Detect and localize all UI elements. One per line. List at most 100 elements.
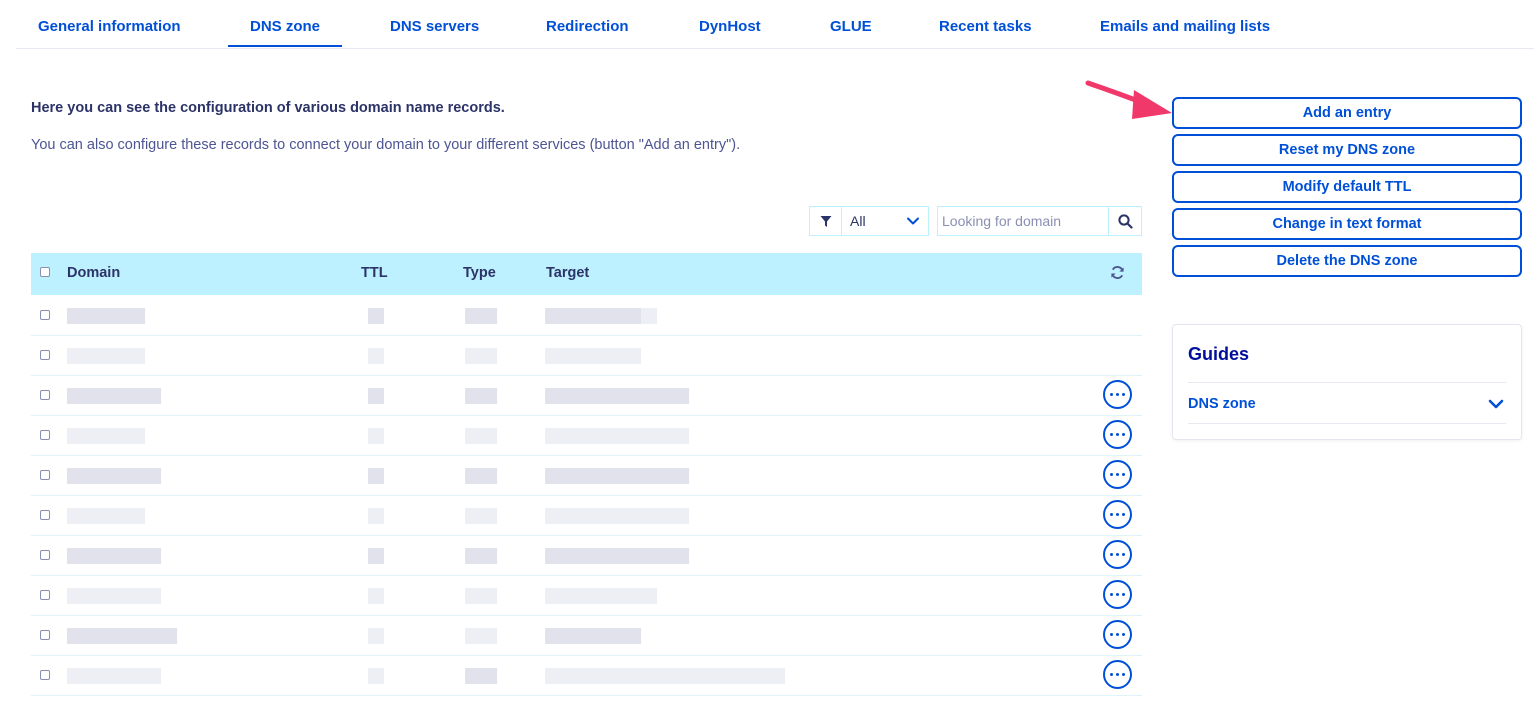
- row-ttl-cell: [368, 308, 384, 324]
- row-checkbox[interactable]: [40, 590, 50, 600]
- row-divider: [31, 695, 1142, 696]
- more-options-button[interactable]: [1103, 420, 1132, 449]
- tab-redirection[interactable]: Redirection: [546, 0, 629, 47]
- row-target-cell: [545, 348, 641, 364]
- row-target-cell: [545, 468, 689, 484]
- table-row: [31, 496, 1142, 536]
- row-type-cell: [465, 588, 497, 604]
- search-input[interactable]: [938, 207, 1108, 235]
- row-ttl-cell: [368, 468, 384, 484]
- row-checkbox[interactable]: [40, 670, 50, 680]
- row-target-cell: [545, 548, 689, 564]
- more-options-button[interactable]: [1103, 620, 1132, 649]
- guides-item-label: DNS zone: [1188, 396, 1256, 412]
- guides-item-dns-zone[interactable]: DNS zone: [1188, 383, 1506, 423]
- more-options-button[interactable]: [1103, 580, 1132, 609]
- row-domain-cell: [67, 428, 145, 444]
- chevron-down-icon: [906, 214, 920, 233]
- divider: [1188, 423, 1506, 424]
- column-header-type[interactable]: Type: [463, 265, 496, 281]
- row-checkbox[interactable]: [40, 550, 50, 560]
- row-type-cell: [465, 548, 497, 564]
- add-entry-button[interactable]: Add an entry: [1172, 97, 1522, 129]
- tab-general-information[interactable]: General information: [38, 0, 181, 47]
- table-header: Domain TTL Type Target: [31, 253, 1142, 295]
- table-row: [31, 656, 1142, 696]
- row-type-cell: [465, 508, 497, 524]
- table-row: [31, 456, 1142, 496]
- tab-dynhost[interactable]: DynHost: [699, 0, 761, 47]
- row-type-cell: [465, 348, 497, 364]
- row-target-cell: [545, 668, 785, 684]
- row-checkbox[interactable]: [40, 390, 50, 400]
- row-target-cell: [545, 388, 689, 404]
- row-domain-cell: [67, 588, 161, 604]
- tab-dns-servers[interactable]: DNS servers: [390, 0, 479, 47]
- more-options-button[interactable]: [1103, 500, 1132, 529]
- intro-title: Here you can see the configuration of va…: [31, 100, 505, 116]
- row-domain-cell: [67, 668, 161, 684]
- tab-emails-and-mailing-lists[interactable]: Emails and mailing lists: [1100, 0, 1270, 47]
- delete-dns-zone-button[interactable]: Delete the DNS zone: [1172, 245, 1522, 277]
- type-filter-select[interactable]: All: [809, 206, 929, 236]
- row-target-cell: [545, 628, 641, 644]
- row-domain-cell: [67, 348, 145, 364]
- more-options-button[interactable]: [1103, 380, 1132, 409]
- row-type-cell: [465, 428, 497, 444]
- row-ttl-cell: [368, 668, 384, 684]
- change-text-format-button[interactable]: Change in text format: [1172, 208, 1522, 240]
- column-header-domain[interactable]: Domain: [67, 265, 120, 281]
- row-checkbox[interactable]: [40, 350, 50, 360]
- modify-default-ttl-button[interactable]: Modify default TTL: [1172, 171, 1522, 203]
- row-domain-cell: [67, 628, 177, 644]
- intro-text: You can also configure these records to …: [31, 137, 741, 153]
- chevron-down-icon: [1488, 397, 1504, 415]
- row-checkbox[interactable]: [40, 510, 50, 520]
- tab-dns-zone[interactable]: DNS zone: [228, 0, 342, 47]
- row-checkbox[interactable]: [40, 630, 50, 640]
- row-ttl-cell: [368, 628, 384, 644]
- row-domain-cell: [67, 508, 145, 524]
- row-domain-cell: [67, 468, 161, 484]
- row-ttl-cell: [368, 388, 384, 404]
- row-type-cell: [465, 628, 497, 644]
- funnel-icon: [810, 207, 842, 235]
- search-box: [937, 206, 1142, 236]
- table-row: [31, 416, 1142, 456]
- tab-recent-tasks[interactable]: Recent tasks: [939, 0, 1032, 47]
- column-header-target[interactable]: Target: [546, 265, 589, 281]
- row-type-cell: [465, 308, 497, 324]
- row-ttl-cell: [368, 348, 384, 364]
- search-button[interactable]: [1108, 207, 1141, 235]
- table-row: [31, 296, 1142, 336]
- tab-glue[interactable]: GLUE: [830, 0, 872, 47]
- more-options-button[interactable]: [1103, 460, 1132, 489]
- more-options-button[interactable]: [1103, 660, 1132, 689]
- reset-dns-zone-button[interactable]: Reset my DNS zone: [1172, 134, 1522, 166]
- row-type-cell: [465, 468, 497, 484]
- row-domain-cell: [67, 388, 161, 404]
- refresh-icon[interactable]: [1110, 265, 1125, 285]
- annotation-arrow-icon: [1085, 80, 1172, 119]
- row-domain-cell: [67, 308, 145, 324]
- table-row: [31, 576, 1142, 616]
- table-row: [31, 376, 1142, 416]
- table-row: [31, 536, 1142, 576]
- row-target-cell: [545, 508, 689, 524]
- filter-selected-value: All: [850, 213, 866, 229]
- row-target-cell: [545, 428, 689, 444]
- guides-title: Guides: [1188, 344, 1250, 364]
- row-target-cell: [545, 588, 657, 604]
- more-options-button[interactable]: [1103, 540, 1132, 569]
- column-header-ttl[interactable]: TTL: [361, 265, 388, 281]
- row-target-cell: [545, 308, 641, 324]
- row-checkbox[interactable]: [40, 310, 50, 320]
- select-all-checkbox[interactable]: [40, 267, 50, 277]
- row-ttl-cell: [368, 588, 384, 604]
- row-target-cell: [641, 308, 657, 324]
- row-checkbox[interactable]: [40, 470, 50, 480]
- row-type-cell: [465, 388, 497, 404]
- row-type-cell: [465, 668, 497, 684]
- tab-bar: General information DNS zone DNS servers…: [16, 0, 1534, 49]
- row-checkbox[interactable]: [40, 430, 50, 440]
